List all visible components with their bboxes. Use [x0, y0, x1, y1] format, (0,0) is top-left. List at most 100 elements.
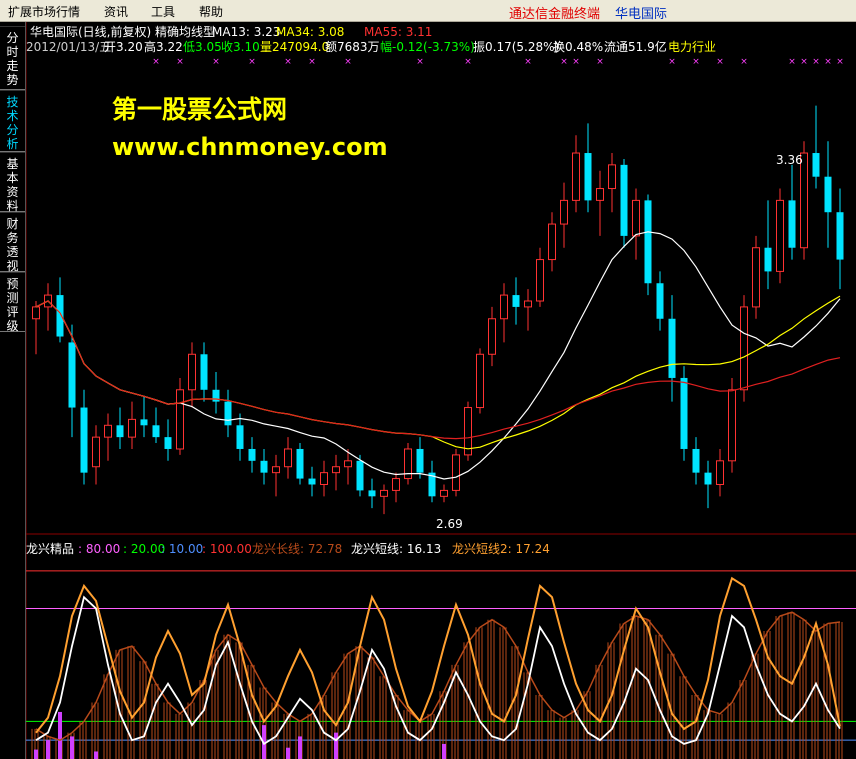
chart-title: 华电国际(日线,前复权) 精确均线型	[30, 25, 215, 39]
candle-body	[500, 294, 508, 320]
candle-body	[104, 424, 112, 438]
candle-body	[608, 164, 616, 190]
float-cap-label: 流通51.9亿	[604, 40, 667, 54]
candle-body	[344, 460, 352, 468]
candle-body	[668, 318, 676, 378]
tab-basic-info[interactable]: 基本资料	[0, 152, 25, 213]
candle-body	[440, 489, 448, 497]
candle-body	[284, 448, 292, 468]
candle-body	[620, 164, 628, 236]
candle-body	[116, 425, 124, 438]
purple-bar	[58, 711, 62, 759]
candle-body	[140, 419, 148, 426]
candle-body	[716, 460, 724, 485]
candle-body	[260, 460, 268, 473]
signal-marker: ×	[152, 57, 160, 67]
indicator-level-80: : 80.00	[78, 542, 121, 556]
signal-marker: ×	[836, 57, 844, 67]
purple-bar	[298, 736, 302, 759]
indicator-name: 龙兴精品	[26, 542, 75, 556]
ma55-label: MA55: 3.11	[364, 25, 433, 39]
signal-marker: ×	[560, 57, 568, 67]
short-line2	[35, 576, 841, 734]
menu-tools[interactable]: 工具	[151, 3, 175, 20]
signal-marker: ×	[284, 57, 292, 67]
candle-body	[176, 389, 184, 450]
candle-body	[272, 466, 280, 474]
signal-marker: ×	[524, 57, 532, 67]
change-label: 幅-0.12(-3.73%)	[380, 40, 475, 54]
candle-body	[596, 188, 604, 201]
date-label: 2012/01/13/五	[26, 40, 112, 54]
tab-technical-analysis[interactable]: 技术分析	[0, 90, 25, 152]
candle-body	[236, 425, 244, 449]
signal-marker: ×	[716, 57, 724, 67]
amount-label: 额7683万	[325, 40, 380, 54]
tab-label: 财务透视	[6, 217, 19, 273]
candle-body	[740, 306, 748, 391]
candle-body	[764, 247, 772, 272]
candle-body	[200, 354, 208, 390]
signal-marker: ×	[824, 57, 832, 67]
indicator-level-10: : 10.00	[161, 542, 204, 556]
tab-forecast[interactable]: 预测评级	[0, 272, 25, 333]
low-label: 低3.05	[183, 40, 222, 54]
signal-marker: ×	[416, 57, 424, 67]
candle-body	[320, 472, 328, 485]
purple-bar	[334, 732, 338, 759]
signal-marker: ×	[596, 57, 604, 67]
candle-body	[248, 448, 256, 461]
signal-marker: ×	[788, 57, 796, 67]
candle-body	[680, 377, 688, 449]
candle-body	[728, 389, 736, 462]
open-label: 开3.20	[104, 40, 143, 54]
candle-body	[68, 342, 76, 408]
candle-body	[332, 466, 340, 474]
candle-body	[644, 200, 652, 284]
candle-body	[188, 353, 196, 391]
indicator-long-line: 龙兴长线: 72.78	[252, 542, 343, 556]
candle-body	[548, 223, 556, 261]
purple-bar	[286, 747, 290, 759]
candle-body	[296, 448, 304, 479]
high-label: 高3.22	[144, 40, 183, 54]
menu-help[interactable]: 帮助	[199, 3, 223, 20]
candle-body	[704, 472, 712, 485]
candle-body	[56, 295, 64, 337]
candle-body	[452, 454, 460, 491]
purple-bar	[70, 736, 74, 759]
candle-body	[92, 436, 100, 468]
signal-marker: ×	[212, 57, 220, 67]
turnover-label: 换0.48%	[553, 40, 604, 54]
purple-bar	[46, 740, 50, 759]
candle-body	[656, 283, 664, 319]
high-price-annotation: 3.36	[776, 153, 803, 167]
tab-financial[interactable]: 财务透视	[0, 212, 25, 273]
menu-extended-market[interactable]: 扩展市场行情	[8, 3, 80, 20]
signal-marker: ×	[740, 57, 748, 67]
tab-time-sharing[interactable]: 分时走势	[0, 26, 25, 90]
signal-marker: ×	[248, 57, 256, 67]
candle-body	[416, 448, 424, 473]
purple-bar	[34, 749, 38, 759]
signal-marker: ×	[308, 57, 316, 67]
volume-label: 量247094.0	[260, 40, 330, 54]
signal-marker: ×	[812, 57, 820, 67]
candle-body	[368, 490, 376, 497]
candle-body	[560, 199, 568, 225]
signal-marker: ×	[692, 57, 700, 67]
candle-body	[524, 300, 532, 308]
ma13-label: MA13: 3.23	[212, 25, 281, 39]
indicator-short-line2: 龙兴短线2: 17.24	[452, 542, 550, 556]
candle-body	[800, 152, 808, 249]
menu-news[interactable]: 资讯	[104, 3, 128, 20]
candle-body	[536, 259, 544, 302]
watermark-title: 第一股票公式网	[112, 95, 288, 124]
candle-body	[632, 199, 640, 237]
candle-body	[692, 448, 700, 473]
indicator-level-100: : 100.00	[202, 542, 252, 556]
side-tabs: 分时走势 技术分析 基本资料 财务透视 预测评级	[0, 22, 26, 759]
candle-body	[824, 176, 832, 213]
tab-label: 分时走势	[6, 31, 19, 87]
brand-title: 通达信金融终端	[509, 7, 601, 22]
